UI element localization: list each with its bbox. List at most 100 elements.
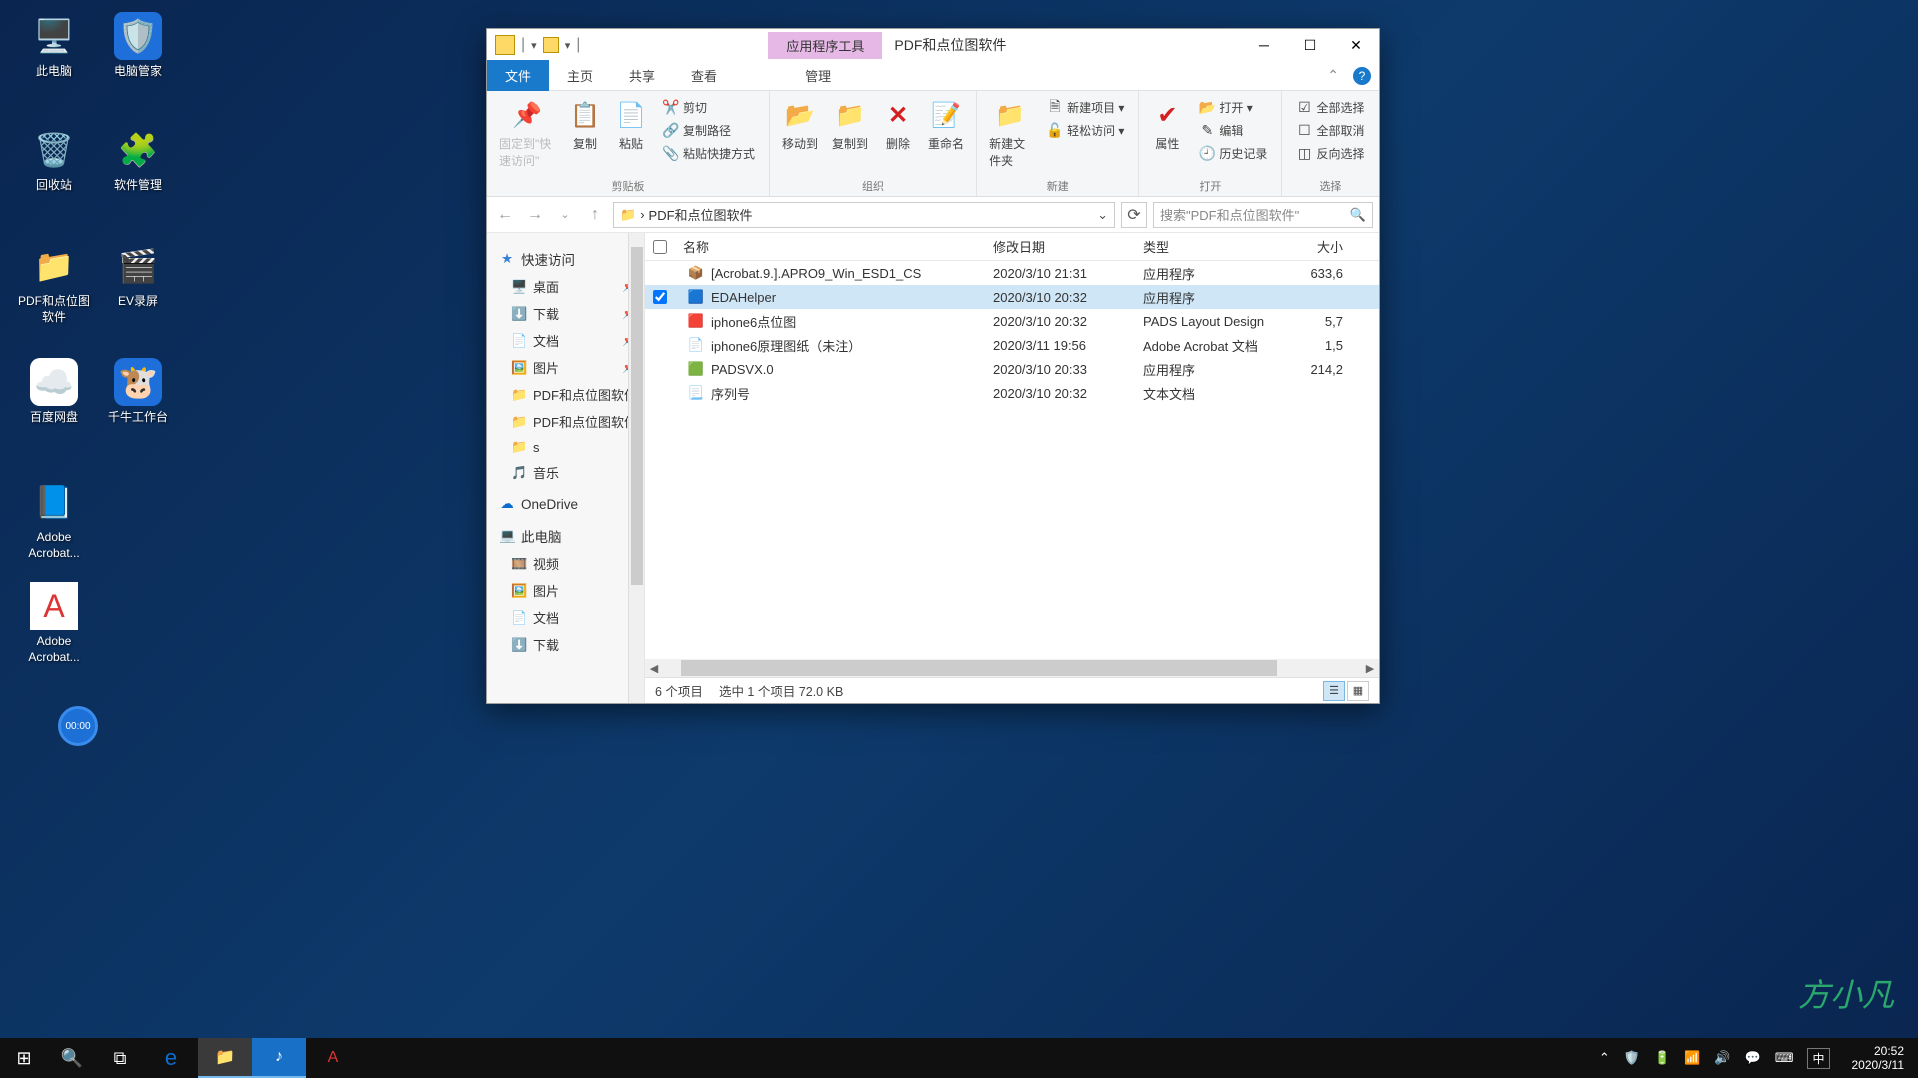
minimize-button[interactable]: ─ [1241,29,1287,61]
desktop-icon-qianniu[interactable]: 🐮千牛工作台 [100,358,176,426]
column-type[interactable]: 类型 [1135,237,1285,256]
breadcrumb-path[interactable]: PDF和点位图软件 [649,205,753,224]
copy-to-button[interactable]: 📁复制到 [826,95,874,156]
invert-selection-button[interactable]: ◫反向选择 [1292,143,1368,164]
folder-icon[interactable] [543,37,559,53]
help-icon[interactable]: ? [1353,67,1371,85]
forward-button[interactable]: → [523,203,547,227]
file-row[interactable]: 🟥iphone6点位图2020/3/10 20:32PADS Layout De… [645,309,1379,333]
ime-indicator[interactable]: 中 [1807,1048,1829,1069]
column-size[interactable]: 大小 [1285,237,1351,256]
tab-file[interactable]: 文件 [487,60,549,91]
easy-access-button[interactable]: 🔓轻松访问 ▾ [1043,120,1128,141]
properties-button[interactable]: ✔属性 [1145,95,1189,156]
up-button[interactable]: ↑ [583,203,607,227]
select-all-button[interactable]: ☑全部选择 [1292,97,1368,118]
titlebar[interactable]: | ▾ ▾ | 应用程序工具 PDF和点位图软件 ─ ☐ ✕ [487,29,1379,61]
open-button[interactable]: 📂打开 ▾ [1195,97,1271,118]
copy-button[interactable]: 📋复制 [563,95,607,156]
desktop-icon-ev-recorder[interactable]: 🎬EV录屏 [100,242,176,310]
nav-quick-access[interactable]: ★快速访问 [487,245,644,273]
delete-button[interactable]: ✕删除 [876,95,920,156]
desktop-icon-baidu-netdisk[interactable]: ☁️百度网盘 [16,358,92,426]
battery-icon[interactable]: 🔋 [1654,1050,1670,1066]
back-button[interactable]: ← [493,203,517,227]
tab-manage[interactable]: 管理 [787,60,849,91]
nav-downloads[interactable]: ⬇️下载📌 [487,300,644,327]
new-item-button[interactable]: 🗎新建项目 ▾ [1043,97,1128,118]
volume-icon[interactable]: 🔊 [1714,1050,1730,1066]
desktop-icon-this-pc[interactable]: 🖥️此电脑 [16,12,92,80]
desktop-icon-acrobat-1[interactable]: 📘Adobe Acrobat... [16,478,92,561]
search-button[interactable]: 🔍 [48,1038,96,1078]
taskbar-app-2[interactable]: ♪ [252,1038,306,1078]
search-input[interactable]: 搜索"PDF和点位图软件" 🔍 [1153,202,1373,228]
desktop-icon-acrobat-2[interactable]: AAdobe Acrobat... [16,582,92,665]
nav-music[interactable]: 🎵音乐 [487,459,644,486]
paste-shortcut-button[interactable]: 📎粘贴快捷方式 [659,143,759,164]
select-all-checkbox[interactable] [645,240,675,254]
keyboard-icon[interactable]: ⌨ [1775,1050,1794,1066]
desktop-icon-software-mgr[interactable]: 🧩软件管理 [100,126,176,194]
column-date[interactable]: 修改日期 [985,237,1135,256]
task-view-button[interactable]: ⧉ [96,1038,144,1078]
collapse-ribbon-icon[interactable]: ⌃ [1327,67,1339,84]
nav-onedrive[interactable]: ☁OneDrive [487,492,644,516]
horizontal-scrollbar[interactable]: ◀ ▶ [645,659,1379,677]
nav-videos[interactable]: 🎞️视频 [487,550,644,577]
security-icon[interactable]: 🛡️ [1624,1050,1640,1066]
nav-pictures-2[interactable]: 🖼️图片 [487,577,644,604]
thumbnails-view-button[interactable]: ▦ [1347,681,1369,701]
cut-button[interactable]: ✂️剪切 [659,97,759,118]
close-button[interactable]: ✕ [1333,29,1379,61]
recent-dropdown[interactable]: ⌄ [553,203,577,227]
file-row[interactable]: 🟩PADSVX.02020/3/10 20:33应用程序214,2 [645,357,1379,381]
clock[interactable]: 20:52 2020/3/11 [1844,1044,1913,1073]
desktop-icon-recycle-bin[interactable]: 🗑️回收站 [16,126,92,194]
taskbar-explorer[interactable]: 📁 [198,1038,252,1078]
nav-documents[interactable]: 📄文档📌 [487,327,644,354]
tray-expand-icon[interactable]: ⌃ [1599,1050,1610,1066]
address-bar[interactable]: 📁 › PDF和点位图软件 ⌄ [613,202,1115,228]
nav-this-pc[interactable]: 💻此电脑 [487,522,644,550]
tab-home[interactable]: 主页 [549,60,611,91]
tab-share[interactable]: 共享 [611,60,673,91]
file-row[interactable]: 🟦EDAHelper2020/3/10 20:32应用程序 [645,285,1379,309]
desktop-icon-pc-manager[interactable]: 🛡️电脑管家 [100,12,176,80]
edit-button[interactable]: ✎编辑 [1195,120,1271,141]
chevron-down-icon[interactable]: ⌄ [1097,207,1108,223]
chevron-down-icon[interactable]: ▾ [531,39,537,52]
row-checkbox[interactable] [645,290,675,304]
nav-desktop[interactable]: 🖥️桌面📌 [487,273,644,300]
refresh-button[interactable]: ⟳ [1121,202,1147,228]
start-button[interactable]: ⊞ [0,1038,48,1078]
file-row[interactable]: 📃序列号2020/3/10 20:32文本文档 [645,381,1379,405]
action-center-icon[interactable]: 💬 [1745,1050,1761,1066]
nav-pictures[interactable]: 🖼️图片📌 [487,354,644,381]
desktop-icon-pdf-folder[interactable]: 📁PDF和点位图软件 [16,242,92,325]
move-to-button[interactable]: 📂移动到 [776,95,824,156]
nav-s-folder[interactable]: 📁s [487,435,644,459]
nav-pdf-folder-1[interactable]: 📁PDF和点位图软件 [487,381,644,408]
maximize-button[interactable]: ☐ [1287,29,1333,61]
folder-icon[interactable] [495,35,515,55]
column-name[interactable]: 名称 [675,237,985,256]
file-row[interactable]: 📄iphone6原理图纸（未注）2020/3/11 19:56Adobe Acr… [645,333,1379,357]
tab-view[interactable]: 查看 [673,60,735,91]
scroll-right-icon[interactable]: ▶ [1361,662,1379,675]
nav-scrollbar[interactable] [628,233,644,703]
rename-button[interactable]: 📝重命名 [922,95,970,156]
details-view-button[interactable]: ☰ [1323,681,1345,701]
copy-path-button[interactable]: 🔗复制路径 [659,120,759,141]
select-none-button[interactable]: ☐全部取消 [1292,120,1368,141]
nav-pdf-folder-2[interactable]: 📁PDF和点位图软件 [487,408,644,435]
taskbar-acrobat[interactable]: A [306,1038,360,1078]
chevron-down-icon[interactable]: ▾ [565,39,571,52]
new-folder-button[interactable]: 📁新建文件夹 [983,95,1037,173]
paste-button[interactable]: 📄粘贴 [609,95,653,156]
wifi-icon[interactable]: 📶 [1684,1050,1700,1066]
pin-to-quick-access-button[interactable]: 📌固定到"快速访问" [493,95,561,173]
history-button[interactable]: 🕘历史记录 [1195,143,1271,164]
nav-documents-2[interactable]: 📄文档 [487,604,644,631]
file-row[interactable]: 📦[Acrobat.9.].APRO9_Win_ESD1_CS2020/3/10… [645,261,1379,285]
